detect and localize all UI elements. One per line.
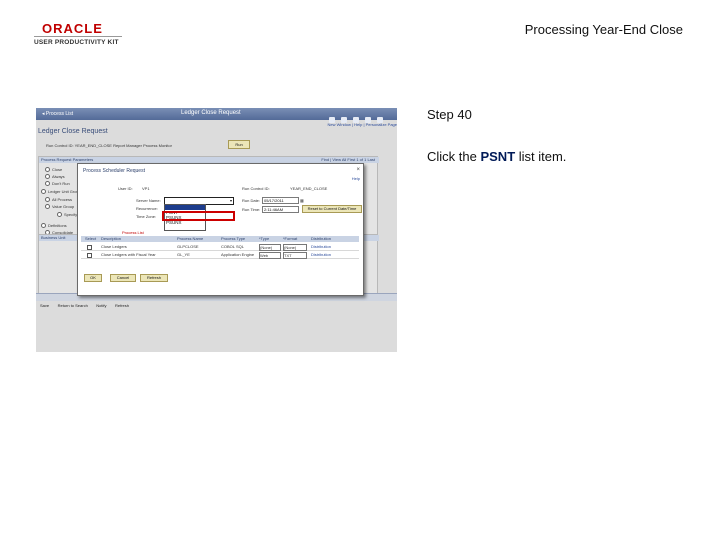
close-icon[interactable]: × [356, 167, 360, 173]
document-title: Processing Year-End Close [524, 22, 683, 37]
run-date-label: Run Date: [242, 198, 261, 203]
ledger-unit-label: Ledger Unit Group [41, 189, 81, 194]
dialog-title: Process Scheduler Request [83, 168, 145, 174]
logo-brand: ORACLE [42, 21, 103, 36]
server-name-label: Server Name: [136, 198, 161, 203]
step-number: Step 40 [427, 107, 472, 122]
app-topbar: ◂ Process List Ledger Close Request [36, 108, 397, 123]
row-format-select[interactable]: TXT [283, 252, 307, 259]
reset-datetime-button[interactable]: Reset to Current Date/Time [302, 205, 362, 213]
row-process-name: GL_YE [177, 252, 190, 257]
row-checkbox[interactable] [87, 245, 92, 250]
radio-close[interactable]: Close [45, 167, 62, 172]
col-select: Select [85, 236, 97, 241]
process-list-link[interactable]: ◂ Process List [42, 111, 73, 117]
run-control-meta: Run Control ID: YEAR_END_CLOSE Report Ma… [46, 143, 172, 148]
ok-button[interactable]: OK [84, 274, 102, 282]
row-distribution-link[interactable]: Distribution [311, 251, 331, 258]
radio-value-group[interactable]: Value Group [45, 204, 74, 209]
row-process-type: COBOL SQL [221, 244, 244, 249]
run-control-value: YEAR_END_CLOSE [290, 186, 328, 191]
user-id-value: VP1 [142, 186, 150, 191]
time-zone-label: Time Zone: [136, 214, 157, 219]
panel-title: Process Request Parameters [41, 157, 94, 162]
row-type-select[interactable]: Web [259, 252, 281, 259]
help-link[interactable]: Help [352, 176, 360, 181]
instruction-prefix: Click the [427, 149, 481, 164]
col-process-type: Process Type [221, 236, 246, 241]
run-date-field[interactable]: 05/17/2011 [262, 197, 299, 204]
row-type-select[interactable]: (None) [259, 244, 281, 251]
app-screenshot: ◂ Process List Ledger Close Request New … [36, 108, 397, 352]
footer-return[interactable]: Return to Search [58, 302, 88, 309]
col-format: *Format [283, 236, 298, 241]
row-process-type: Application Engine [221, 252, 255, 257]
cancel-button[interactable]: Cancel [110, 274, 136, 282]
col-distribution: Distribution [311, 236, 332, 241]
radio-all-process[interactable]: All Process [45, 197, 72, 202]
radio-dont-run[interactable]: Don't Run [45, 181, 70, 186]
chevron-down-icon: ▾ [229, 198, 232, 203]
table-row: Close Ledgers GLPCLOSE COBOL SQL (None) … [81, 243, 359, 251]
run-button[interactable]: Run [228, 140, 250, 149]
recurrence-label: Recurrence: [136, 206, 158, 211]
table-row: Close Ledgers with Fiscal Year GL_YE App… [81, 251, 359, 259]
row-description: Close Ledgers [101, 244, 127, 249]
oracle-upk-logo: ORACLE USER PRODUCTIVITY KIT [34, 22, 124, 48]
specify-label: Specify [57, 212, 77, 217]
footer-save[interactable]: Save [40, 302, 49, 309]
run-control-label: Run Control ID: [242, 186, 270, 191]
instruction-suffix: list item. [515, 149, 567, 164]
footer-notify[interactable]: Notify [96, 302, 106, 309]
col-type: *Type [259, 236, 270, 241]
calendar-icon[interactable]: ▦ [300, 198, 304, 203]
row-process-name: GLPCLOSE [177, 244, 199, 249]
step-instruction: Click the PSNT list item. [427, 149, 566, 164]
psnt-highlight-box [162, 211, 235, 221]
logo-subtitle: USER PRODUCTIVITY KIT [34, 39, 119, 46]
col-description: Description [101, 236, 122, 241]
run-time-label: Run Time: [242, 207, 261, 212]
process-list-label: Process List [122, 230, 144, 235]
logo-rule [34, 36, 122, 37]
page-links[interactable]: New Window | Help | Personalize Page [328, 122, 397, 127]
refresh-button[interactable]: Refresh [140, 274, 168, 282]
row-checkbox[interactable] [87, 253, 92, 258]
col-process-name: Process Name [177, 236, 204, 241]
definitions-label: Definitions [41, 223, 67, 228]
row-distribution-link[interactable]: Distribution [311, 243, 331, 250]
instruction-target: PSNT [480, 149, 516, 164]
row-description: Close Ledgers with Fiscal Year [101, 252, 156, 257]
app-title: Ledger Close Request [181, 110, 241, 116]
page-heading: Ledger Close Request [38, 128, 108, 135]
process-table-header: Select Description Process Name Process … [81, 236, 359, 242]
process-scheduler-dialog: Process Scheduler Request × Help User ID… [77, 163, 364, 296]
user-id-label: User ID: [118, 186, 133, 191]
radio-always[interactable]: Always [45, 174, 65, 179]
run-time-field[interactable]: 2:11:46AM [262, 206, 299, 213]
footer-refresh[interactable]: Refresh [115, 302, 129, 309]
row-format-select[interactable]: (None) [283, 244, 307, 251]
